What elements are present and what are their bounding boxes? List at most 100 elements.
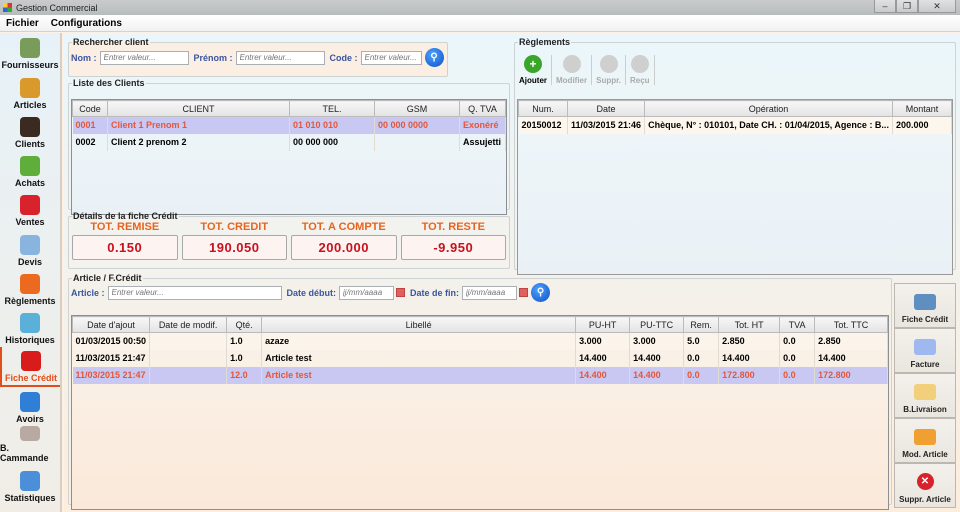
sidebar-item-r-glements[interactable]: Règlements bbox=[0, 269, 60, 308]
table-cell: 14.400 bbox=[575, 349, 631, 367]
table-cell: 11/03/2015 21:47 bbox=[72, 366, 151, 384]
reglements-table-container: Num. Date Opération Montant 20150012 11/03/2… bbox=[517, 99, 953, 275]
sidebar-item-devis[interactable]: Devis bbox=[0, 229, 60, 268]
column-header[interactable]: Libellé bbox=[261, 316, 577, 333]
column-header[interactable]: PU-HT bbox=[575, 316, 631, 333]
sidebar-item-statistiques[interactable]: Statistiques bbox=[0, 465, 60, 504]
column-header[interactable]: Tot. HT bbox=[718, 316, 781, 333]
table-row[interactable]: 20150012 11/03/2015 21:46 Chèque, N° : 010… bbox=[518, 116, 952, 134]
clients-list-legend: Liste des Clients bbox=[73, 78, 145, 88]
column-header[interactable]: Montant bbox=[891, 100, 952, 117]
suppr-button[interactable]: Suppr. bbox=[592, 55, 626, 85]
menu-configurations[interactable]: Configurations bbox=[45, 18, 128, 29]
nom-input[interactable] bbox=[99, 50, 189, 65]
table-cell: Article test bbox=[261, 366, 577, 384]
sidebar-item-articles[interactable]: Articles bbox=[0, 72, 60, 111]
credit-sheet-icon bbox=[21, 350, 41, 371]
total-tot-reste: TOT. RESTE -9.950 bbox=[400, 221, 506, 260]
column-header[interactable]: Q. TVA bbox=[459, 100, 506, 117]
articles-table-container: Date d'ajout Date de modif. Qté. Libellé PU-… bbox=[71, 315, 889, 510]
total-label: TOT. RESTE bbox=[421, 221, 485, 233]
sidebar-item-achats[interactable]: Achats bbox=[0, 151, 60, 190]
sidebar-item-label: Fiche Crédit bbox=[4, 372, 57, 383]
code-input[interactable] bbox=[360, 50, 422, 65]
b-livraison-button[interactable]: B.Livraison bbox=[894, 373, 956, 418]
column-header[interactable]: TEL. bbox=[289, 100, 375, 117]
sidebar-item-historiques[interactable]: Historiques bbox=[0, 308, 60, 347]
column-header[interactable]: GSM bbox=[374, 100, 460, 117]
table-row[interactable]: 01/03/2015 00:50 1.0 azaze 3.000 3.000 5.0 2.8… bbox=[72, 332, 888, 350]
action-label: Mod. Article bbox=[902, 450, 948, 459]
column-header[interactable]: TVA bbox=[779, 316, 816, 333]
mod-article-button[interactable]: Mod. Article bbox=[894, 418, 956, 463]
table-cell: 14.400 bbox=[718, 349, 781, 367]
delivery-note-icon bbox=[914, 384, 936, 400]
sidebar-item-label: Statistiques bbox=[4, 492, 56, 503]
search-client-button[interactable]: ⚲ bbox=[424, 48, 444, 67]
sidebar-item-fiche-cr-dit[interactable]: Fiche Crédit bbox=[0, 347, 60, 387]
maximize-button[interactable]: ❐ bbox=[896, 0, 918, 13]
search-icon: ⚲ bbox=[536, 287, 545, 298]
toolbar-label: Modifier bbox=[556, 76, 588, 85]
calendar-icon[interactable] bbox=[519, 288, 529, 297]
column-header[interactable]: Date de modif. bbox=[149, 316, 228, 333]
table-row[interactable]: 0002 Client 2 prenom 2 00 000 000 Assujetti bbox=[72, 133, 506, 151]
app-icon bbox=[3, 3, 12, 12]
table-cell: 0.0 bbox=[779, 366, 816, 384]
prenom-input[interactable] bbox=[235, 50, 325, 65]
table-row[interactable]: 11/03/2015 21:47 12.0 Article test 14.400 14… bbox=[72, 366, 888, 384]
column-header[interactable]: PU-TTC bbox=[629, 316, 685, 333]
column-header[interactable]: Qté. bbox=[226, 316, 263, 333]
article-label: Article : bbox=[71, 287, 105, 298]
modifier-button[interactable]: Modifier bbox=[552, 55, 593, 85]
client-icon bbox=[20, 116, 40, 137]
sidebar-item-fournisseurs[interactable]: Fournisseurs bbox=[0, 33, 60, 72]
delete-icon bbox=[599, 55, 618, 73]
total-value: 0.150 bbox=[72, 235, 178, 260]
column-header[interactable]: Code bbox=[72, 100, 108, 117]
reglements-group: Règlements + Ajouter Modifier Suppr. Reçu Nu… bbox=[514, 37, 956, 275]
total-label: TOT. CREDIT bbox=[200, 221, 269, 233]
articles-legend: Article / F.Crédit bbox=[73, 273, 142, 283]
articles-table: Date d'ajout Date de modif. Qté. Libellé PU-… bbox=[72, 316, 888, 384]
date-debut-input[interactable] bbox=[339, 285, 395, 300]
article-input[interactable] bbox=[107, 285, 282, 300]
table-cell: 00 000 0000 bbox=[374, 116, 460, 134]
date-fin-picker[interactable] bbox=[462, 285, 529, 300]
table-cell: Client 2 prenom 2 bbox=[107, 133, 290, 151]
search-article-button[interactable]: ⚲ bbox=[531, 283, 551, 302]
column-header[interactable]: Opération bbox=[644, 100, 893, 117]
fiche-crédit-button[interactable]: Fiche Crédit bbox=[894, 283, 956, 328]
search-client-legend: Rechercher client bbox=[73, 37, 149, 47]
ajouter-button[interactable]: + Ajouter bbox=[515, 55, 552, 85]
total-tot-remise: TOT. REMISE 0.150 bbox=[72, 221, 178, 260]
sidebar-item-avoirs[interactable]: Avoirs bbox=[0, 387, 60, 426]
column-header[interactable]: Date d'ajout bbox=[72, 316, 151, 333]
column-header[interactable]: Rem. bbox=[683, 316, 720, 333]
date-debut-picker[interactable] bbox=[339, 285, 406, 300]
sidebar-item-clients[interactable]: Clients bbox=[0, 112, 60, 151]
column-header[interactable]: CLIENT bbox=[107, 100, 290, 117]
table-row[interactable]: 0001 Client 1 Prenom 1 01 010 010 00 000 00… bbox=[72, 116, 506, 134]
sidebar-item-b-cammande[interactable]: B. Cammande bbox=[0, 425, 60, 465]
date-fin-input[interactable] bbox=[462, 285, 518, 300]
nom-label: Nom : bbox=[71, 52, 97, 63]
purchase-box-icon bbox=[20, 156, 40, 177]
table-cell: 14.400 bbox=[575, 366, 631, 384]
facture-button[interactable]: Facture bbox=[894, 328, 956, 373]
reçu-button[interactable]: Reçu bbox=[626, 55, 655, 85]
table-row[interactable]: 11/03/2015 21:47 1.0 Article test 14.400 14.… bbox=[72, 349, 888, 367]
table-cell: 172.800 bbox=[814, 366, 888, 384]
column-header[interactable]: Tot. TTC bbox=[814, 316, 888, 333]
search-client-group: Rechercher client Nom : Prénom : Code : … bbox=[68, 37, 448, 77]
sidebar-item-ventes[interactable]: Ventes bbox=[0, 190, 60, 229]
column-header[interactable]: Num. bbox=[518, 100, 568, 117]
action-label: Facture bbox=[910, 360, 940, 369]
menu-fichier[interactable]: Fichier bbox=[0, 18, 45, 29]
column-header[interactable]: Date bbox=[566, 100, 646, 117]
minimize-button[interactable]: – bbox=[874, 0, 896, 13]
suppr-article-button[interactable]: ✕ Suppr. Article bbox=[894, 463, 956, 508]
close-button[interactable]: ✕ bbox=[918, 0, 956, 13]
calendar-icon[interactable] bbox=[396, 288, 406, 297]
table-cell: 0001 bbox=[72, 116, 108, 134]
